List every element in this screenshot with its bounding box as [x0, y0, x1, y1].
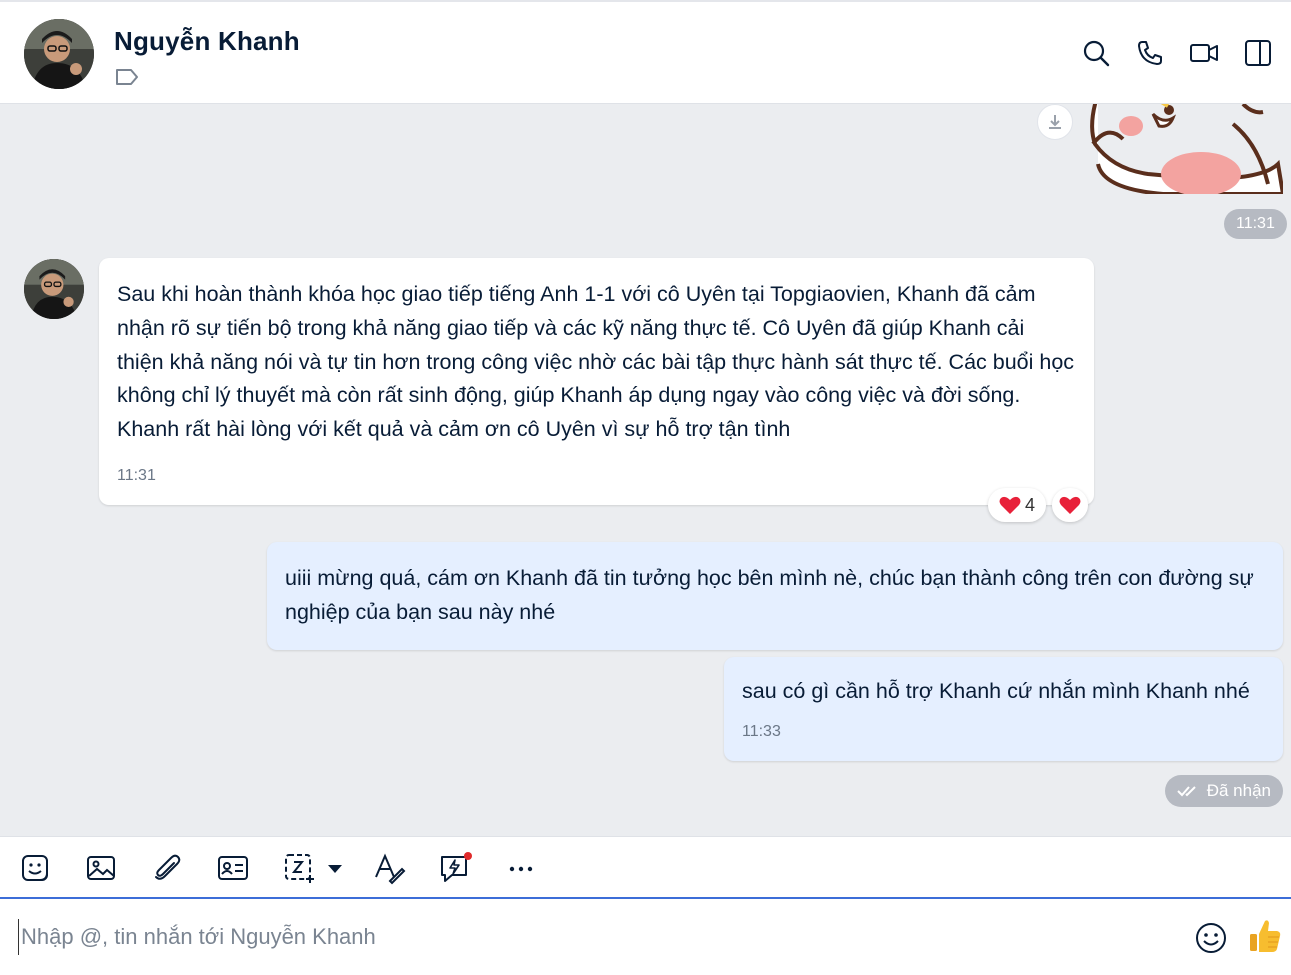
delivery-status-label: Đã nhận — [1206, 781, 1271, 800]
outgoing-message[interactable]: uiii mừng quá, cám ơn Khanh đã tin tưởng… — [267, 542, 1283, 650]
thumbs-up-icon[interactable] — [1248, 917, 1282, 955]
contact-avatar[interactable] — [24, 19, 94, 89]
contact-card-icon[interactable] — [216, 851, 250, 885]
image-icon[interactable] — [84, 851, 118, 885]
outgoing-message[interactable]: sau có gì cần hỗ trợ Khanh cứ nhắn mình … — [724, 657, 1283, 761]
double-check-icon — [1177, 786, 1196, 797]
message-text: sau có gì cần hỗ trợ Khanh cứ nhắn mình … — [742, 679, 1250, 703]
more-icon[interactable] — [504, 851, 538, 885]
sender-avatar[interactable] — [24, 259, 84, 319]
heart-icon — [1059, 496, 1081, 514]
video-call-icon[interactable] — [1189, 38, 1219, 68]
screenshot-icon[interactable] — [282, 851, 316, 885]
dropdown-arrow-icon[interactable] — [322, 851, 348, 885]
phone-icon[interactable] — [1135, 38, 1165, 68]
sidebar-toggle-icon[interactable] — [1243, 38, 1273, 68]
search-icon[interactable] — [1081, 38, 1111, 68]
sticker-image[interactable] — [1083, 104, 1283, 194]
tag-icon[interactable] — [115, 68, 139, 91]
composer — [0, 899, 1291, 975]
composer-toolbar — [0, 836, 1291, 899]
heart-icon — [999, 496, 1021, 514]
incoming-message[interactable]: Sau khi hoàn thành khóa học giao tiếp ti… — [99, 258, 1094, 505]
contact-name[interactable]: Nguyễn Khanh — [114, 26, 300, 57]
text-format-icon[interactable] — [372, 851, 406, 885]
chat-header: Nguyễn Khanh — [0, 0, 1291, 104]
sticker-icon[interactable] — [18, 851, 52, 885]
add-reaction-button[interactable] — [1052, 488, 1088, 522]
delivery-status: Đã nhận — [1164, 775, 1283, 807]
notification-dot — [464, 852, 472, 860]
sticker-timestamp: 11:31 — [1224, 209, 1287, 239]
quick-message-icon[interactable] — [438, 851, 472, 885]
emoji-icon[interactable] — [1194, 921, 1228, 955]
download-icon[interactable] — [1037, 104, 1073, 140]
message-input[interactable] — [18, 919, 1168, 955]
message-list[interactable]: 11:31 Sau khi hoàn thành khóa học giao t… — [0, 104, 1291, 836]
reaction-summary[interactable]: 4 — [988, 488, 1046, 522]
message-time: 11:31 — [117, 466, 156, 484]
message-time: 11:33 — [742, 722, 781, 740]
reaction-count: 4 — [1024, 494, 1035, 515]
message-text: Sau khi hoàn thành khóa học giao tiếp ti… — [117, 282, 1075, 442]
attachment-icon[interactable] — [150, 851, 184, 885]
message-text: uiii mừng quá, cám ơn Khanh đã tin tưởng… — [285, 566, 1254, 624]
